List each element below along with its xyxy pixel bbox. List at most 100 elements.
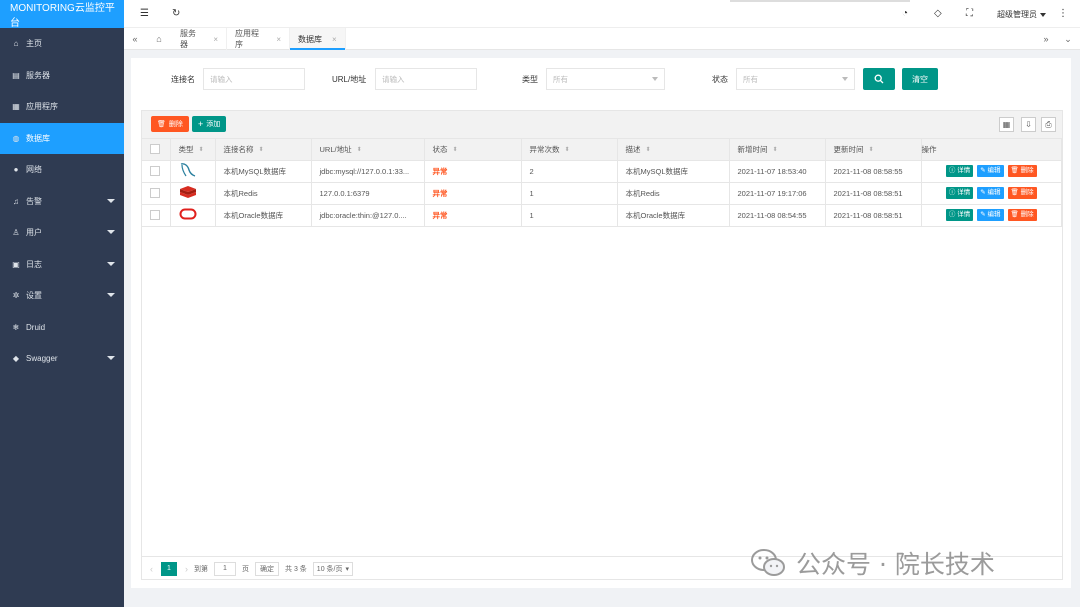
theme-icon[interactable]: ◔ (902, 8, 908, 19)
sidebar-item-label: 应用程序 (26, 102, 58, 112)
next-page-icon[interactable]: › (185, 564, 188, 574)
chevron-down-icon (107, 198, 115, 203)
detail-label: 详情 (957, 189, 971, 196)
select-all-checkbox[interactable] (150, 144, 160, 155)
export-icon[interactable]: ⇩ (1021, 117, 1036, 132)
sidebar-item-label: 告警 (26, 196, 42, 206)
fullscreen-icon[interactable]: ⛶ (966, 8, 973, 19)
print-icon[interactable]: ⎙ (1041, 117, 1056, 132)
sidebar-item-label: 设置 (26, 291, 42, 301)
col-count-label: 异常次数 (529, 144, 560, 154)
desc-cell: 本机Oracle数据库 (617, 204, 730, 227)
col-created[interactable]: 新增时间 ⬍ (729, 139, 826, 161)
tabs-scroll-right-icon[interactable]: » (1036, 28, 1056, 50)
close-icon[interactable]: × (332, 35, 337, 44)
sidebar-item-1[interactable]: ▤ 服务器 (0, 60, 124, 92)
name-label: 连接名 (171, 75, 195, 84)
prev-page-icon[interactable]: ‹ (150, 564, 153, 574)
tabs-scroll-left-icon[interactable]: « (124, 28, 146, 50)
sidebar-item-2[interactable]: ▦ 应用程序 (0, 91, 124, 123)
tab-bar: « ⌂ 服务器 × 应用程序 × 数据库 × » ⌄ (124, 28, 1080, 50)
sidebar-item-5[interactable]: ♫ 告警 (0, 186, 124, 218)
page-number[interactable]: 1 (161, 561, 177, 576)
sidebar-item-9[interactable]: ❄ Druid (0, 312, 124, 344)
col-name[interactable]: 连接名称 ⬍ (215, 139, 312, 161)
tab-2[interactable]: 数据库 × (290, 28, 346, 50)
tab-1[interactable]: 应用程序 × (227, 28, 290, 50)
goto-input[interactable]: 1 (214, 561, 236, 576)
status-cell: 异常 (424, 182, 522, 205)
tab-label: 服务器 (180, 29, 196, 49)
detail-label: 详情 (957, 211, 971, 218)
add-button[interactable]: + 添加 (192, 116, 227, 132)
col-desc[interactable]: 描述 ⬍ (617, 139, 730, 161)
row-checkbox[interactable] (150, 210, 160, 220)
tag-icon[interactable]: ◇ (934, 8, 942, 19)
status-label: 状态 (712, 75, 728, 84)
menu-toggle-icon[interactable]: ☰ (140, 8, 149, 19)
desc-cell-text: 本机Oracle数据库 (625, 210, 686, 220)
ops-cell: ⓘ 详情 ✎ 编辑 🗑 删除 (921, 160, 1062, 183)
close-icon[interactable]: × (213, 35, 218, 44)
chevron-down-icon (652, 77, 658, 81)
page-size-select[interactable]: 10 条/页 ▾ (312, 561, 353, 576)
type-cell (170, 182, 216, 205)
sidebar-item-7[interactable]: ▣ 日志 (0, 249, 124, 281)
sidebar: MONITORING云监控平台 ⌂ 主页 ▤ 服务器 ▦ 应用程序 ◍ 数据库 ● 网络 ♫ 告警 ♙ 用… (0, 0, 124, 607)
detail-button[interactable]: ⓘ 详情 (945, 165, 974, 177)
watermark-text: 公众号 · 院长技术 (796, 550, 995, 579)
created-cell-text: 2021-11-07 18:53:40 (737, 166, 807, 176)
sidebar-item-3[interactable]: ◍ 数据库 (0, 122, 124, 154)
col-url[interactable]: URL/地址 ⬍ (311, 139, 425, 161)
type-select[interactable]: 所有 (546, 68, 665, 90)
edit-button[interactable]: ✎ 编辑 (977, 209, 1004, 221)
delete-button[interactable]: 🗑 删除 (1007, 165, 1037, 177)
tab-0[interactable]: 服务器 × (172, 28, 227, 50)
columns-filter-icon[interactable]: ▦ (999, 117, 1014, 132)
status-select[interactable]: 所有 (736, 68, 855, 90)
url-input[interactable]: 请输入 (375, 68, 477, 90)
col-type[interactable]: 类型 ⬍ (170, 139, 216, 161)
row-select-cell (142, 204, 171, 227)
refresh-icon[interactable]: ↻ (172, 8, 180, 19)
name-input[interactable]: 请输入 (203, 68, 305, 90)
row-checkbox[interactable] (150, 166, 160, 176)
url-cell: 127.0.0.1:6379 (311, 182, 425, 205)
search-icon (874, 74, 884, 84)
user-menu[interactable]: 超级管理员 (997, 9, 1046, 20)
sidebar-item-6[interactable]: ♙ 用户 (0, 217, 124, 249)
sidebar-item-4[interactable]: ● 网络 (0, 154, 124, 186)
top-bar: ☰ ↻ ◔ ◇ ⛶ 超级管理员 ⋮ (124, 0, 1080, 28)
edit-button[interactable]: ✎ 编辑 (977, 165, 1004, 177)
goto-confirm-button[interactable]: 确定 (255, 561, 279, 576)
sidebar-item-0[interactable]: ⌂ 主页 (0, 28, 124, 60)
sidebar-item-label: Druid (26, 322, 46, 332)
col-count[interactable]: 异常次数 ⬍ (521, 139, 618, 161)
sort-icon: ⬍ (356, 147, 362, 154)
col-updated[interactable]: 更新时间 ⬍ (825, 139, 922, 161)
sidebar-item-10[interactable]: ◆ Swagger (0, 343, 124, 375)
batch-delete-button[interactable]: 🗑 删除 (151, 116, 189, 132)
clear-button[interactable]: 清空 (902, 68, 938, 90)
status-cell: 异常 (424, 160, 522, 183)
row-checkbox[interactable] (150, 188, 160, 198)
chevron-down-icon (1040, 12, 1046, 17)
close-icon[interactable]: × (276, 35, 281, 44)
oracle-icon (179, 206, 197, 224)
network-icon: ● (13, 165, 19, 175)
detail-button[interactable]: ⓘ 详情 (945, 187, 974, 199)
row-select-cell (142, 160, 171, 183)
delete-button[interactable]: 🗑 删除 (1007, 187, 1037, 199)
more-icon[interactable]: ⋮ (1058, 8, 1068, 19)
col-status[interactable]: 状态 ⬍ (424, 139, 522, 161)
info-icon: ⓘ (948, 167, 958, 174)
edit-label: 编辑 (987, 167, 1001, 174)
delete-button[interactable]: 🗑 删除 (1007, 209, 1037, 221)
home-tab-icon[interactable]: ⌂ (148, 28, 170, 50)
sidebar-item-8[interactable]: ✲ 设置 (0, 280, 124, 312)
detail-button[interactable]: ⓘ 详情 (945, 209, 974, 221)
search-button[interactable] (863, 68, 895, 90)
sidebar-item-label: 数据库 (26, 133, 50, 143)
edit-button[interactable]: ✎ 编辑 (977, 187, 1004, 199)
tabs-menu-icon[interactable]: ⌄ (1058, 28, 1078, 50)
